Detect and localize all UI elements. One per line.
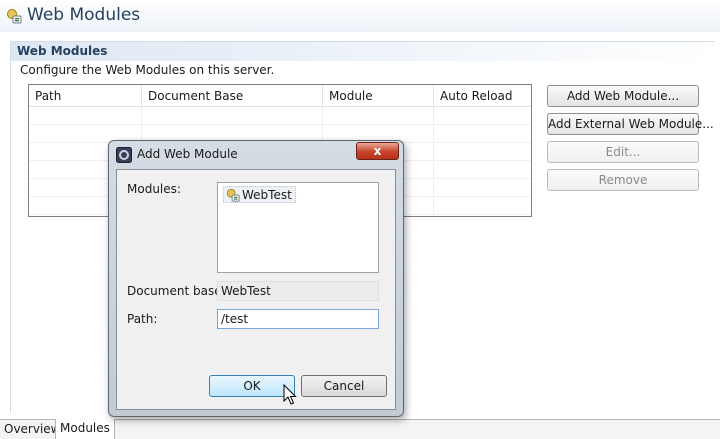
section-title: Web Modules — [17, 44, 108, 58]
dialog-titlebar[interactable]: Add Web Module x — [109, 141, 403, 169]
table-cell — [323, 107, 434, 125]
modules-label: Modules: — [127, 182, 181, 196]
modules-list[interactable]: WebTest — [217, 182, 379, 273]
add-web-module-button[interactable]: Add Web Module... — [547, 85, 699, 107]
table-row — [29, 107, 531, 125]
section-header: Web Modules — [11, 41, 715, 61]
edit-button[interactable]: Edit... — [547, 141, 699, 163]
add-external-web-module-button[interactable]: Add External Web Module... — [547, 113, 714, 135]
mouse-pointer-icon — [283, 384, 297, 405]
web-module-icon — [226, 188, 240, 202]
table-header: Path Document Base Module Auto Reload — [29, 85, 531, 107]
document-base-label: Document base: — [127, 284, 226, 298]
column-header-document-base[interactable]: Document Base — [142, 85, 323, 107]
editor-tabbar: Overview Modules — [0, 419, 720, 439]
editor-header: Web Modules — [0, 0, 720, 32]
path-input[interactable] — [217, 309, 379, 329]
eclipse-icon — [116, 147, 132, 163]
document-base-field: WebTest — [217, 281, 379, 301]
close-icon[interactable]: x — [356, 142, 399, 160]
dialog-title: Add Web Module — [137, 147, 238, 161]
remove-button[interactable]: Remove — [547, 169, 699, 191]
path-label: Path: — [127, 312, 158, 326]
tab-modules[interactable]: Modules — [55, 419, 115, 439]
column-header-module[interactable]: Module — [323, 85, 434, 107]
table-cell — [142, 107, 323, 125]
add-web-module-dialog: Add Web Module x Modules: WebTest Docume… — [108, 140, 404, 417]
column-header-auto-reload[interactable]: Auto Reload — [434, 85, 531, 107]
column-header-path[interactable]: Path — [29, 85, 142, 107]
dialog-content: Modules: WebTest Document base: WebTest … — [116, 169, 396, 410]
module-name: WebTest — [242, 188, 292, 202]
editor-title: Web Modules — [27, 5, 141, 25]
web-module-icon — [7, 9, 22, 24]
section-description: Configure the Web Modules on this server… — [20, 63, 275, 77]
table-cell — [29, 107, 142, 125]
list-item[interactable]: WebTest — [223, 186, 296, 203]
cancel-button[interactable]: Cancel — [301, 375, 387, 397]
